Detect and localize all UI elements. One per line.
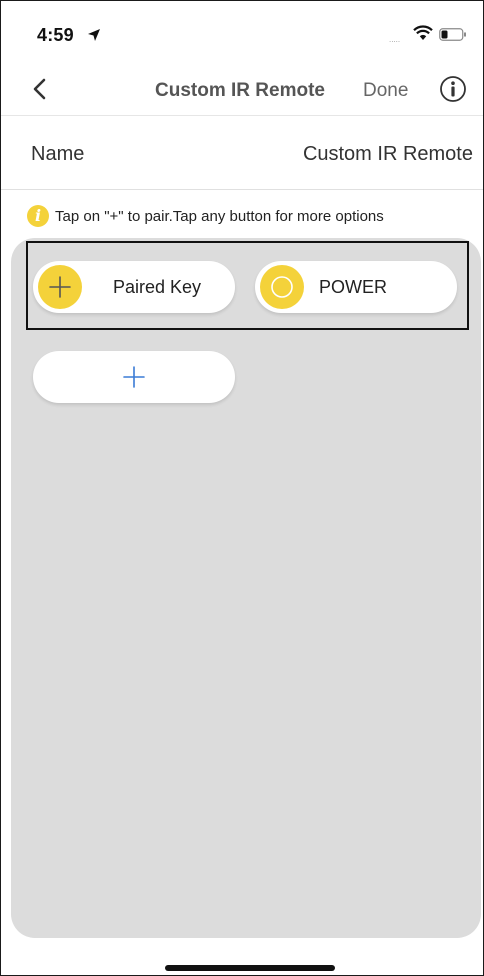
phone-screen: 4:59 ..... Custom IR Remote Done Name Cu…: [0, 0, 484, 976]
name-label: Name: [31, 143, 85, 165]
location-arrow-icon: [88, 29, 100, 41]
highlight-box: [26, 241, 469, 330]
hint-message: i Tap on "+" to pair.Tap any button for …: [27, 205, 477, 229]
keys-panel: [11, 238, 481, 938]
status-time: 4:59: [37, 25, 74, 45]
info-icon[interactable]: [439, 75, 467, 103]
page-title: Custom IR Remote: [155, 80, 325, 101]
wifi-icon: [413, 25, 433, 40]
remote-name-value[interactable]: Custom IR Remote: [303, 143, 473, 166]
battery-icon: [439, 28, 466, 41]
done-button[interactable]: Done: [363, 80, 408, 102]
status-bar: 4:59 .....: [1, 1, 483, 63]
add-key-button[interactable]: [33, 351, 235, 403]
navigation-bar: Custom IR Remote Done: [1, 63, 483, 116]
name-row[interactable]: Name Custom IR Remote: [1, 115, 483, 190]
back-chevron-icon[interactable]: [29, 77, 51, 101]
cellular-signal-icon: .....: [389, 35, 401, 44]
home-indicator[interactable]: [165, 965, 335, 971]
info-hint-icon: i: [27, 205, 49, 227]
plus-icon: [123, 366, 145, 388]
hint-text: Tap on "+" to pair.Tap any button for mo…: [55, 208, 384, 225]
